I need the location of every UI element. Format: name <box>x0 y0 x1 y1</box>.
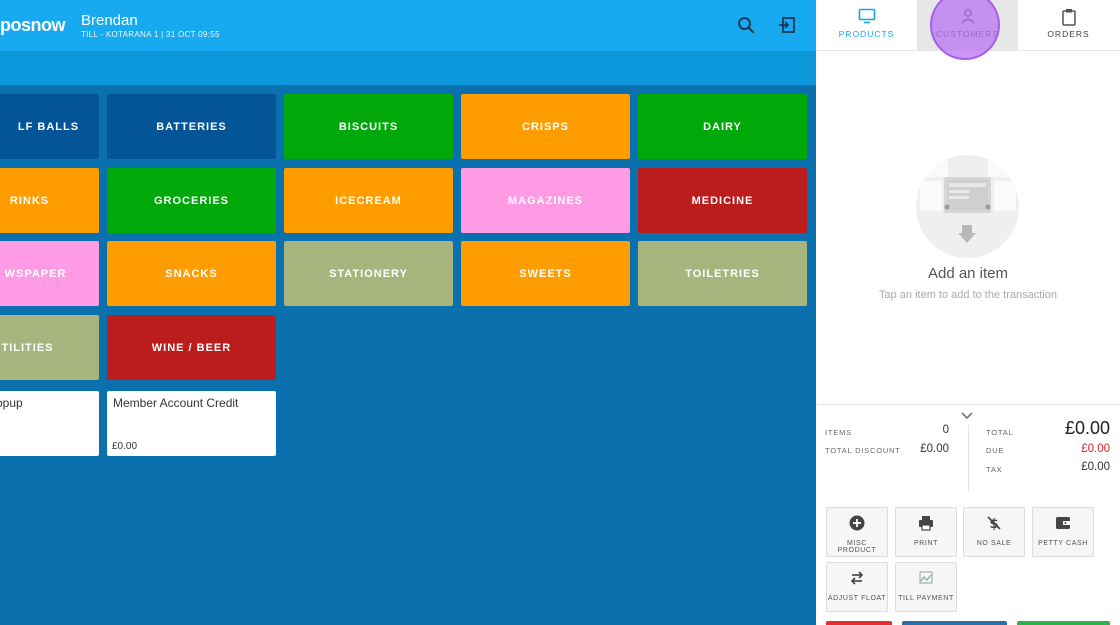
category-tile-newspaper[interactable]: WSPAPER <box>0 241 99 306</box>
category-tile-sweets[interactable]: SWEETS <box>461 241 630 306</box>
total-label: TOTAL <box>986 428 1014 437</box>
panel-tabs: PRODUCTS CUSTOMERS ORDERS <box>816 0 1120 60</box>
misc-product-button[interactable]: MISC PRODUCT <box>826 507 888 557</box>
tax-label: TAX <box>986 465 1003 474</box>
category-label: STATIONERY <box>329 267 408 280</box>
petty-cash-button[interactable]: PETTY CASH <box>1032 507 1094 557</box>
category-label: BATTERIES <box>156 120 227 133</box>
category-label: SWEETS <box>519 267 572 280</box>
top-bar: posnow Brendan TILL - KOTARANA 1 | 31 OC… <box>0 0 816 51</box>
empty-cart-subtitle: Tap an item to add to the transaction <box>879 289 1057 301</box>
no-money-icon: $ <box>964 515 1024 531</box>
total-value: £0.00 <box>1064 418 1110 438</box>
category-label: DAIRY <box>703 120 742 133</box>
product-tile-member-account-credit[interactable]: Member Account Credit £0.00 <box>107 391 276 456</box>
product-area: posnow Brendan TILL - KOTARANA 1 | 31 OC… <box>0 0 816 625</box>
category-breadcrumb-bar <box>0 51 816 85</box>
pay-button[interactable] <box>1017 621 1110 625</box>
action-label: MISC PRODUCT <box>837 540 877 554</box>
category-tile-biscuits[interactable]: BISCUITS <box>284 94 453 159</box>
broken-image-icon <box>896 570 956 586</box>
category-label: WSPAPER <box>4 267 67 280</box>
total-discount-value: £0.00 <box>920 443 949 455</box>
action-label: TILL PAYMENT <box>898 595 954 602</box>
till-info: TILL - KOTARANA 1 | 31 OCT 09:55 <box>81 30 220 39</box>
action-label: PRINT <box>914 540 938 547</box>
product-title: Member Account Credit <box>113 396 239 410</box>
wallet-icon <box>1033 515 1093 531</box>
category-label: TOILETRIES <box>685 267 760 280</box>
search-icon[interactable] <box>735 14 757 36</box>
total-discount-label: TOTAL DISCOUNT <box>825 446 901 455</box>
category-tile-snacks[interactable]: SNACKS <box>107 241 276 306</box>
action-label: PETTY CASH <box>1038 540 1088 547</box>
no-sale-button[interactable]: $ NO SALE <box>963 507 1025 557</box>
tab-products[interactable]: PRODUCTS <box>816 0 917 51</box>
empty-cart-illustration <box>916 155 1019 258</box>
category-tile-medicine[interactable]: MEDICINE <box>638 168 807 233</box>
category-label: MEDICINE <box>691 194 754 207</box>
user-name: Brendan <box>81 12 138 29</box>
monitor-icon <box>816 8 917 24</box>
person-icon <box>917 8 1018 24</box>
print-button[interactable]: PRINT <box>895 507 957 557</box>
tab-customers[interactable]: CUSTOMERS <box>917 0 1018 51</box>
action-label: NO SALE <box>976 540 1012 547</box>
plus-circle-icon <box>827 515 887 531</box>
clipboard-icon <box>1018 8 1119 26</box>
category-tile-wine-beer[interactable]: WINE / BEER <box>107 315 276 380</box>
logout-icon[interactable] <box>776 14 798 36</box>
product-title: opup <box>0 396 23 410</box>
product-tile-topup[interactable]: opup <box>0 391 99 456</box>
tax-value: £0.00 <box>1081 461 1110 473</box>
product-price: £0.00 <box>112 441 138 452</box>
swap-icon <box>827 570 887 586</box>
category-label: BISCUITS <box>338 120 399 133</box>
category-tile-stationery[interactable]: STATIONERY <box>284 241 453 306</box>
category-tile-icecream[interactable]: ICECREAM <box>284 168 453 233</box>
tab-label: CUSTOMERS <box>935 29 1000 39</box>
category-label: ICECREAM <box>335 194 402 207</box>
category-label: LF BALLS <box>17 120 80 133</box>
category-label: CRISPS <box>522 120 569 133</box>
category-tile-crisps[interactable]: CRISPS <box>461 94 630 159</box>
printer-icon <box>896 515 956 531</box>
category-tile-batteries[interactable]: BATTERIES <box>107 94 276 159</box>
due-value: £0.00 <box>1081 443 1110 455</box>
tab-label: PRODUCTS <box>838 29 895 39</box>
category-tile-groceries[interactable]: GROCERIES <box>107 168 276 233</box>
tab-label: ORDERS <box>1047 29 1090 39</box>
category-label: MAGAZINES <box>508 194 583 207</box>
items-value: 0 <box>942 424 949 436</box>
category-label: WINE / BEER <box>151 341 232 354</box>
void-button[interactable] <box>826 621 892 625</box>
adjust-float-button[interactable]: ADJUST FLOAT <box>826 562 888 612</box>
category-label: SNACKS <box>165 267 218 280</box>
tab-orders[interactable]: ORDERS <box>1018 0 1119 51</box>
category-tile-toiletries[interactable]: TOILETRIES <box>638 241 807 306</box>
action-label: ADJUST FLOAT <box>827 595 887 602</box>
posnow-logo: posnow <box>0 15 66 35</box>
category-tile-golf-balls[interactable]: LF BALLS <box>0 94 99 159</box>
category-label: GROCERIES <box>153 194 229 207</box>
category-tile-dairy[interactable]: DAIRY <box>638 94 807 159</box>
category-label: RINKS <box>9 194 50 207</box>
transaction-panel: PRODUCTS CUSTOMERS ORDERS Add an item Ta… <box>816 0 1120 625</box>
hold-button[interactable] <box>902 621 1007 625</box>
till-payment-button[interactable]: TILL PAYMENT <box>895 562 957 612</box>
category-label: TILITIES <box>1 341 54 354</box>
due-label: DUE <box>986 446 1005 455</box>
totals-section: ITEMS 0 TOTAL DISCOUNT £0.00 TOTAL £0.00… <box>816 404 1120 500</box>
category-tile-magazines[interactable]: MAGAZINES <box>461 168 630 233</box>
pos-app: posnow Brendan TILL - KOTARANA 1 | 31 OC… <box>0 0 1120 625</box>
totals-divider <box>968 425 969 491</box>
category-tile-drinks[interactable]: RINKS <box>0 168 99 233</box>
category-tile-utilities[interactable]: TILITIES <box>0 315 99 380</box>
items-label: ITEMS <box>825 428 852 437</box>
empty-cart-title: Add an item <box>927 265 1009 282</box>
chevron-down-icon[interactable] <box>960 408 974 426</box>
